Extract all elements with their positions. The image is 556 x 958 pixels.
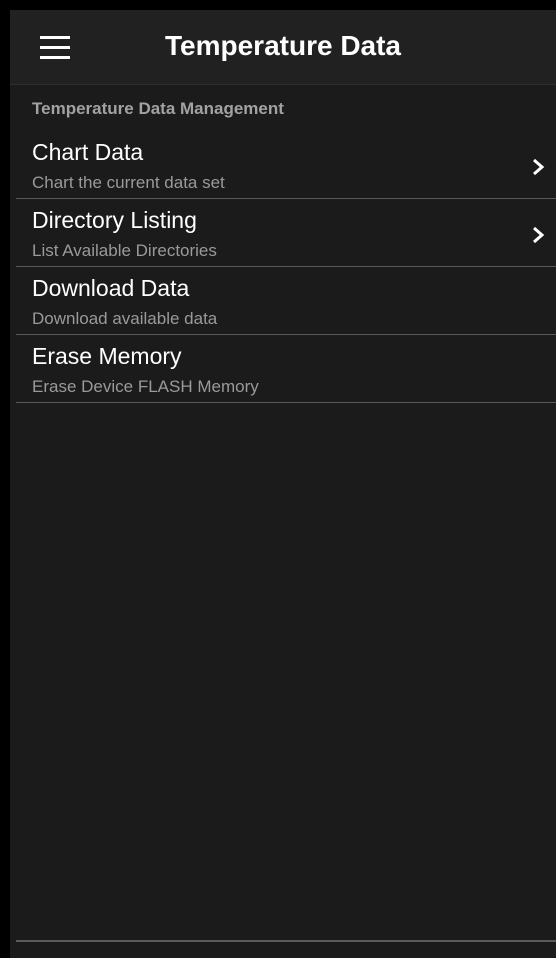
list-item-erase-memory[interactable]: Erase Memory Erase Device FLASH Memory — [16, 335, 556, 403]
app-title: Temperature Data — [165, 30, 402, 61]
list-item-subtitle: Download available data — [32, 309, 218, 328]
list-item-directory-listing[interactable]: Directory Listing List Available Directo… — [16, 199, 556, 267]
list-item-chart-data[interactable]: Chart Data Chart the current data set — [16, 131, 556, 199]
list-item-title: Directory Listing — [32, 207, 197, 233]
section-header: Temperature Data Management — [32, 99, 284, 118]
bottom-area — [10, 942, 556, 958]
chevron-right-icon — [533, 226, 545, 244]
chevron-right-icon — [533, 158, 545, 176]
app-bar: Temperature Data — [10, 10, 556, 85]
settings-list: Chart Data Chart the current data set Di… — [16, 131, 556, 403]
list-item-title: Download Data — [32, 275, 190, 301]
list-item-title: Erase Memory — [32, 343, 182, 369]
list-item-title: Chart Data — [32, 139, 144, 165]
list-item-subtitle: List Available Directories — [32, 241, 217, 260]
app-screen: Temperature Data Temperature Data Manage… — [10, 10, 556, 958]
list-item-download-data[interactable]: Download Data Download available data — [16, 267, 556, 335]
list-item-subtitle: Erase Device FLASH Memory — [32, 377, 259, 396]
list-item-subtitle: Chart the current data set — [32, 173, 225, 192]
hamburger-menu-icon[interactable] — [40, 36, 70, 60]
